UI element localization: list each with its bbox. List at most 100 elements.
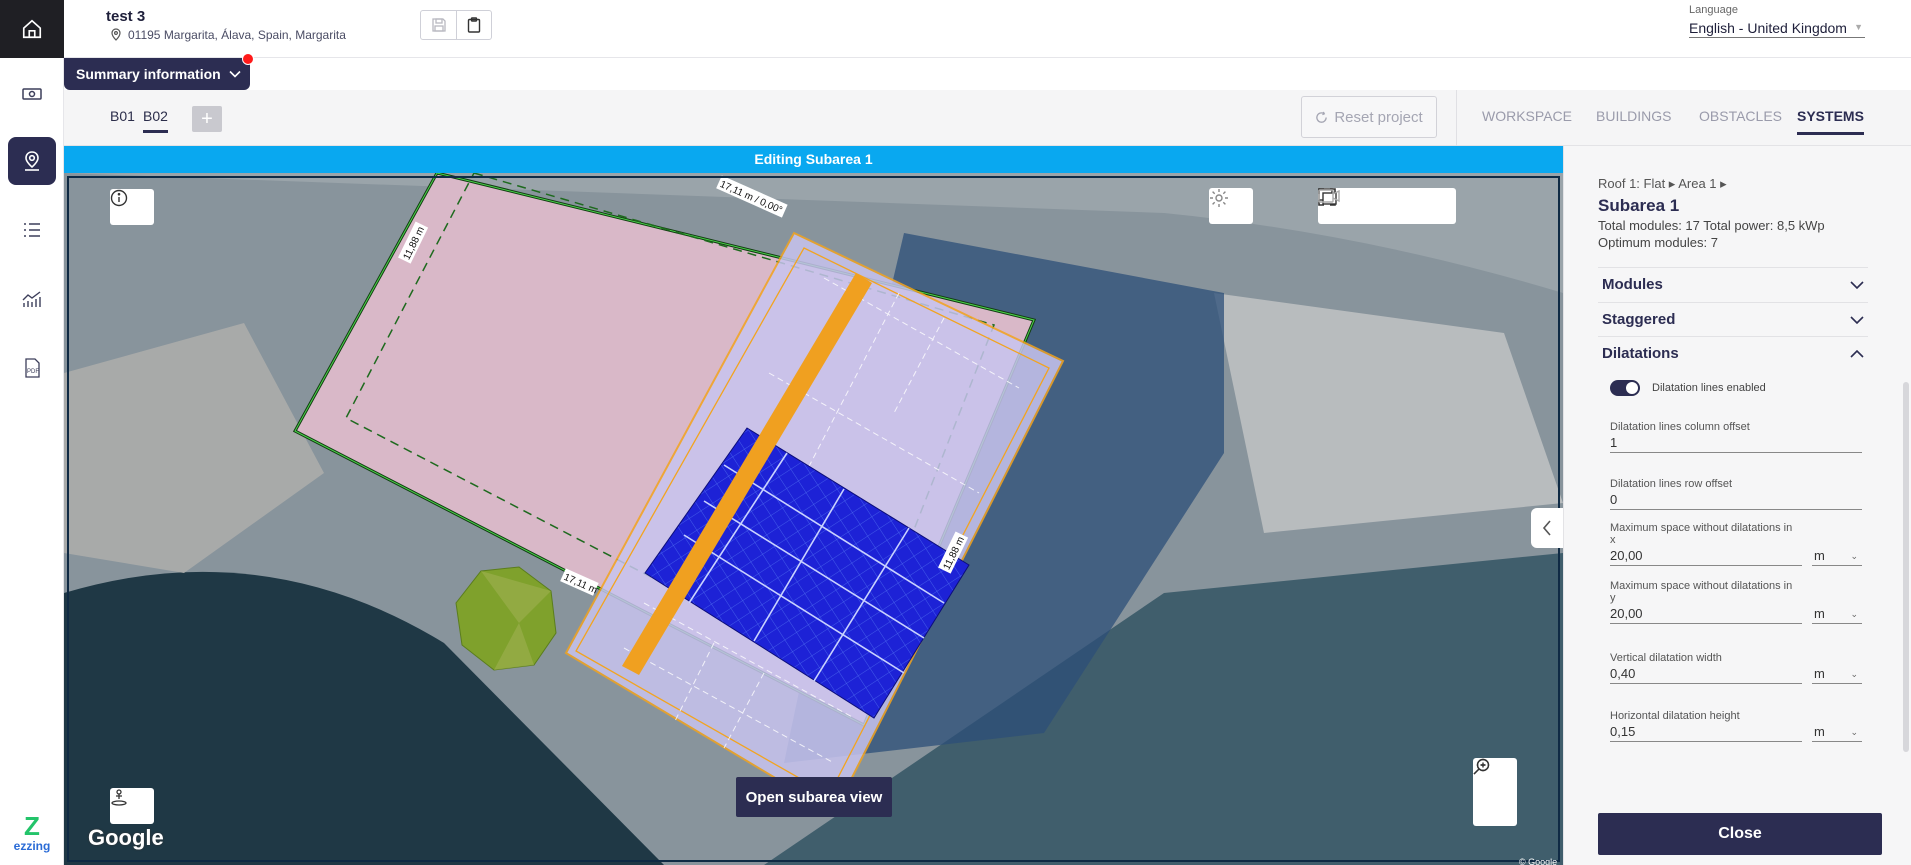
reset-project-label: Reset project [1334, 108, 1423, 126]
tab-systems[interactable]: SYSTEMS [1797, 108, 1864, 135]
layers-button[interactable] [1318, 188, 1410, 224]
section-dilatations[interactable]: Dilatations [1598, 336, 1868, 370]
gear-icon [1210, 189, 1228, 207]
dilatation-toggle[interactable]: Dilatation lines enabled [1610, 380, 1766, 396]
toggle-switch[interactable] [1610, 380, 1640, 396]
collapse-panel-button[interactable] [1531, 508, 1563, 548]
project-title: test 3 [106, 8, 146, 25]
language-select[interactable]: English - United Kingdom ▼ [1689, 20, 1865, 38]
camera-button[interactable] [1318, 188, 1456, 224]
subarea-totals: Total modules: 17 Total power: 8,5 kWp [1598, 218, 1825, 233]
column-offset-field: Dilatation lines column offset 1 [1610, 421, 1862, 453]
plus-icon: + [201, 107, 213, 130]
subarea-info: Total modules: 17 Total power: 8,5 kWp O… [1598, 217, 1825, 251]
field-label: Dilatation lines column offset [1610, 421, 1750, 433]
info-button[interactable] [110, 189, 154, 225]
unit-select[interactable]: m ⌄ [1812, 722, 1862, 742]
breadcrumb: Roof 1: Flat ▸ Area 1 ▸ [1598, 176, 1727, 191]
max-space-x-input[interactable]: 20,00 [1610, 546, 1802, 566]
copyright-text: © Google [1519, 857, 1558, 865]
vertical-width-field: Vertical dilatation width 0,40 m ⌄ [1610, 652, 1862, 684]
chevron-down-icon: ▼ [1854, 22, 1863, 32]
save-button[interactable] [421, 11, 456, 39]
google-attribution: Google [88, 825, 164, 850]
column-offset-input[interactable]: 1 [1610, 433, 1862, 453]
money-icon [22, 88, 42, 100]
zoom-out-icon [1473, 758, 1490, 775]
section-label: Modules [1602, 276, 1663, 293]
section-staggered[interactable]: Staggered [1598, 302, 1868, 336]
save-icon [431, 18, 446, 32]
satellite-scene: 17,11 m / 0,00° 11,88 m 11,88 m 17,11 m [64, 173, 1563, 865]
horizontal-height-input[interactable]: 0,15 [1610, 722, 1802, 742]
tab-workspace[interactable]: WORKSPACE [1482, 108, 1572, 124]
chevron-down-icon [229, 70, 241, 78]
left-nav: PDF Z ezzing [0, 0, 64, 865]
unit-select[interactable]: m ⌄ [1812, 664, 1862, 684]
street-view-button[interactable] [110, 788, 154, 824]
nav-analytics[interactable] [8, 275, 56, 323]
section-label: Staggered [1602, 311, 1676, 328]
pdf-icon: PDF [25, 358, 40, 378]
tab-obstacles[interactable]: OBSTACLES [1699, 108, 1782, 124]
open-subarea-view-button[interactable]: Open subarea view [736, 777, 892, 817]
language-value: English - United Kingdom [1689, 20, 1847, 36]
zoom-out-button[interactable] [1473, 758, 1517, 826]
chevron-down-icon [1850, 315, 1864, 324]
chevron-down-icon: ⌄ [1850, 669, 1858, 679]
chevron-left-icon [1542, 520, 1551, 536]
address-text: 01195 Margarita, Álava, Spain, Margarita [128, 28, 346, 42]
unit-value: m [1814, 606, 1825, 621]
building-tab-b01[interactable]: B01 [110, 108, 135, 124]
nav-pdf[interactable]: PDF [8, 344, 56, 392]
unit-value: m [1814, 724, 1825, 739]
tab-buildings[interactable]: BUILDINGS [1596, 108, 1671, 124]
nav-location[interactable] [8, 137, 56, 185]
header-actions [420, 10, 492, 40]
logo-text: ezzing [13, 839, 51, 853]
toolbar: B01 B02 + Reset project WORKSPACE BUILDI… [64, 90, 1911, 146]
field-label: Dilatation lines row offset [1610, 478, 1733, 490]
chevron-up-icon [1850, 349, 1864, 358]
max-space-y-input[interactable]: 20,00 [1610, 604, 1802, 624]
notification-dot [242, 53, 254, 65]
zoom-controls [1473, 758, 1517, 826]
nav-list[interactable] [8, 206, 56, 254]
horizontal-height-field: Horizontal dilatation height 0,15 m ⌄ [1610, 710, 1862, 742]
panel-scrollbar[interactable] [1903, 382, 1909, 752]
building-tab-b02[interactable]: B02 [143, 108, 168, 133]
home-icon [22, 19, 42, 39]
clipboard-icon [467, 17, 481, 33]
unit-select[interactable]: m ⌄ [1812, 604, 1862, 624]
row-offset-input[interactable]: 0 [1610, 490, 1862, 510]
close-button[interactable]: Close [1598, 813, 1882, 855]
video-camera-icon [1318, 189, 1340, 203]
pegman-icon [111, 789, 127, 806]
add-building-button[interactable]: + [192, 106, 222, 132]
map-tools [1318, 188, 1456, 224]
subarea-title: Subarea 1 [1598, 196, 1680, 215]
language-label: Language [1689, 4, 1738, 16]
info-icon [110, 189, 128, 207]
home-button[interactable] [0, 0, 64, 58]
section-modules[interactable]: Modules [1598, 267, 1868, 301]
field-label: Maximum space without dilatations in x [1610, 522, 1793, 546]
ezzing-logo: Z ezzing [8, 813, 56, 853]
reset-project-button[interactable]: Reset project [1301, 96, 1437, 138]
toolbar-divider [1456, 90, 1457, 146]
subarea-optimum: Optimum modules: 7 [1598, 235, 1718, 250]
editing-banner: Editing Subarea 1 [64, 146, 1563, 173]
field-label: Horizontal dilatation height [1610, 710, 1740, 722]
summary-information-button[interactable]: Summary information [64, 53, 254, 90]
svg-text:PDF: PDF [27, 369, 39, 375]
unit-select[interactable]: m ⌄ [1812, 546, 1862, 566]
summary-label: Summary information [76, 66, 221, 82]
section-label: Dilatations [1602, 345, 1679, 362]
field-label: Vertical dilatation width [1610, 652, 1722, 664]
settings-button[interactable] [1209, 188, 1253, 224]
vertical-width-input[interactable]: 0,40 [1610, 664, 1802, 684]
nav-budget[interactable] [8, 70, 56, 118]
map-canvas[interactable]: 17,11 m / 0,00° 11,88 m 11,88 m 17,11 m [64, 173, 1563, 865]
chart-icon [22, 291, 41, 307]
clipboard-button[interactable] [456, 11, 491, 39]
